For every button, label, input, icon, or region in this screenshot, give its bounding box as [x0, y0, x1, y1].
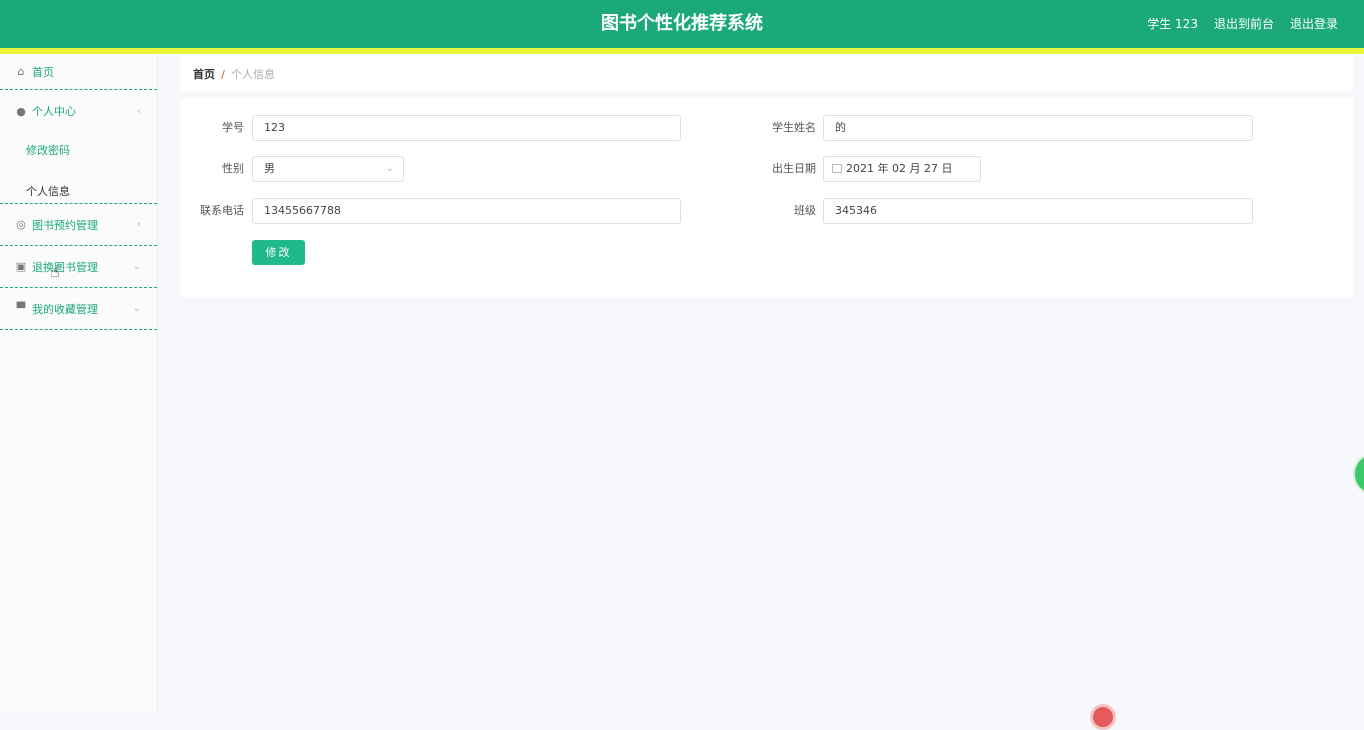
reservation-icon: ◎	[16, 218, 26, 231]
chevron-down-icon: ⌄	[385, 163, 394, 174]
gender-select[interactable]: 男 ⌄	[252, 156, 404, 182]
birth-date-picker[interactable]: 2021 年 02 月 27 日	[823, 156, 981, 182]
sidebar-item-label: 首页	[32, 65, 54, 79]
sidebar-item-change-password[interactable]: 修改密码	[0, 132, 157, 168]
header-stripe	[0, 48, 1364, 54]
floating-action-button[interactable]	[1353, 454, 1364, 494]
favorites-icon: ▀	[16, 302, 26, 315]
calendar-icon	[832, 164, 842, 173]
sidebar-item-label: 个人中心	[32, 105, 76, 118]
breadcrumb: 首页 / 个人信息	[180, 56, 1353, 92]
exit-front-link[interactable]: 退出到前台	[1214, 0, 1274, 48]
sidebar-item-favorites[interactable]: ▀ 我的收藏管理 ⌄	[0, 288, 157, 330]
gender-label: 性别	[222, 162, 244, 175]
personal-info-form: 学号 123 学生姓名 的 性别 男 ⌄ 出生日期 2021 年 02 月 27…	[180, 98, 1353, 297]
student-name-label: 学生姓名	[772, 121, 816, 134]
chevron-left-icon: ‹	[137, 219, 141, 230]
chevron-down-icon: ⌄	[132, 261, 141, 272]
sidebar-item-label: 退换图书管理	[32, 260, 98, 274]
logout-link[interactable]: 退出登录	[1290, 0, 1338, 48]
birth-date-value: 2021 年 02 月 27 日	[846, 162, 953, 175]
sidebar-item-return-books[interactable]: ▣ 退换图书管理 ⌄	[0, 246, 157, 288]
birth-label: 出生日期	[772, 162, 816, 175]
breadcrumb-home[interactable]: 首页	[193, 66, 215, 82]
user-icon: ●	[16, 104, 26, 118]
hand-cursor-icon: ☝	[50, 264, 60, 281]
top-header: 图书个性化推荐系统 学生 123 退出到前台 退出登录	[0, 0, 1364, 48]
return-icon: ▣	[15, 260, 27, 273]
student-id-field[interactable]: 123	[252, 115, 681, 141]
header-actions: 学生 123 退出到前台 退出登录	[1147, 0, 1338, 48]
sidebar-item-personal-info[interactable]: 个人信息	[0, 168, 157, 204]
current-user: 学生 123	[1147, 17, 1198, 31]
home-icon: ⌂	[17, 65, 25, 78]
chevron-left-icon: ‹	[137, 105, 141, 117]
sidebar-item-personal-center[interactable]: ● 个人中心 ‹	[0, 90, 157, 132]
student-name-field[interactable]: 的	[823, 115, 1253, 141]
sidebar-item-label: 我的收藏管理	[32, 302, 98, 316]
class-field[interactable]: 345346	[823, 198, 1253, 224]
class-label: 班级	[794, 204, 816, 217]
gender-value: 男	[264, 162, 275, 175]
phone-label: 联系电话	[200, 204, 244, 217]
breadcrumb-current: 个人信息	[231, 68, 276, 81]
breadcrumb-separator: /	[221, 67, 226, 81]
chevron-down-icon: ⌄	[132, 303, 141, 314]
floating-red-button[interactable]	[1090, 704, 1116, 730]
sidebar: ⌂ 首页 ● 个人中心 ‹ 修改密码 个人信息 ◎ 图书预约管理 ‹ ▣ 退换图…	[0, 54, 158, 713]
sidebar-item-home[interactable]: ⌂ 首页	[0, 54, 157, 90]
sidebar-item-book-reservation[interactable]: ◎ 图书预约管理 ‹	[0, 204, 157, 246]
sidebar-item-label: 图书预约管理	[32, 218, 98, 232]
student-id-label: 学号	[222, 121, 244, 134]
modify-button[interactable]: 修改	[252, 240, 305, 265]
phone-field[interactable]: 13455667788	[252, 198, 681, 224]
